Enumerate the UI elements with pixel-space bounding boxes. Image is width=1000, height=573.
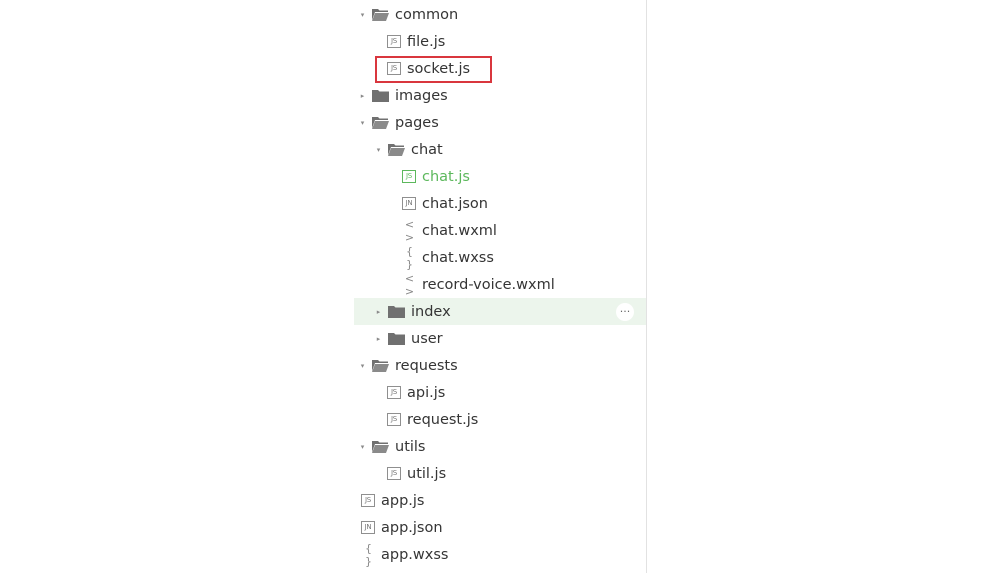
folder-open-icon: [372, 440, 389, 453]
tree-file-item[interactable]: { } chat.wxss: [354, 244, 646, 271]
style-file-icon: { }: [365, 541, 373, 568]
tree-folder-requests[interactable]: ▾ requests: [354, 352, 646, 379]
chevron-down-icon[interactable]: ▾: [358, 118, 367, 127]
json-file-icon: JN: [402, 197, 416, 210]
tree-item-label: images: [395, 87, 448, 104]
tree-folder-index[interactable]: ▸ index ···: [354, 298, 646, 325]
tree-file-item[interactable]: JN chat.json: [354, 190, 646, 217]
chevron-down-icon[interactable]: ▾: [358, 442, 367, 451]
tree-item-label: app.json: [381, 519, 443, 536]
highlight-box: [375, 56, 492, 83]
tree-file-item[interactable]: JS util.js: [354, 460, 646, 487]
tree-file-item[interactable]: { } app.wxss: [354, 541, 646, 568]
chevron-right-icon[interactable]: ▸: [358, 91, 367, 100]
js-file-icon: JS: [387, 467, 401, 480]
folder-icon: [388, 305, 405, 318]
tree-item-label: chat.json: [422, 195, 488, 212]
tree-item-label: chat: [411, 141, 443, 158]
tree-item-label: request.js: [407, 411, 479, 428]
js-file-icon: JS: [387, 386, 401, 399]
style-file-icon: { }: [406, 244, 414, 271]
js-file-icon: JS: [402, 170, 416, 183]
folder-open-icon: [372, 8, 389, 21]
tree-folder-user[interactable]: ▸ user: [354, 325, 646, 352]
chevron-down-icon[interactable]: ▾: [374, 145, 383, 154]
tree-folder-chat[interactable]: ▾ chat: [354, 136, 646, 163]
tree-item-label: api.js: [407, 384, 446, 401]
tree-file-item[interactable]: JS app.js: [354, 487, 646, 514]
tree-file-item[interactable]: JN app.json: [354, 514, 646, 541]
code-file-icon: < >: [404, 217, 416, 244]
code-file-icon: < >: [404, 271, 416, 298]
tree-item-label: user: [411, 330, 443, 347]
tree-item-label: file.js: [407, 33, 446, 50]
tree-folder-common[interactable]: ▾ common: [354, 1, 646, 28]
folder-icon: [372, 89, 389, 102]
js-file-icon: JS: [387, 35, 401, 48]
tree-item-label: app.js: [381, 492, 425, 509]
js-file-icon: JS: [387, 413, 401, 426]
js-file-icon: JS: [361, 494, 375, 507]
chevron-right-icon[interactable]: ▸: [374, 334, 383, 343]
file-explorer-panel: ▾ common JS file.js JS socket.js ▸ images ▾ pages…: [354, 0, 646, 573]
more-options-icon[interactable]: ···: [616, 302, 634, 321]
tree-folder-utils[interactable]: ▾ utils: [354, 433, 646, 460]
folder-open-icon: [372, 359, 389, 372]
tree-item-label: chat.wxml: [422, 222, 497, 239]
tree-item-label: requests: [395, 357, 458, 374]
tree-item-label: chat.js: [422, 168, 470, 185]
tree-file-item[interactable]: JS request.js: [354, 406, 646, 433]
tree-item-label: index: [411, 303, 451, 320]
tree-item-label: pages: [395, 114, 439, 131]
tree-file-item[interactable]: < > chat.wxml: [354, 217, 646, 244]
tree-item-label: common: [395, 6, 459, 23]
tree-folder-images[interactable]: ▸ images: [354, 82, 646, 109]
chevron-right-icon[interactable]: ▸: [374, 307, 383, 316]
tree-folder-pages[interactable]: ▾ pages: [354, 109, 646, 136]
json-file-icon: JN: [361, 521, 375, 534]
tree-item-label: record-voice.wxml: [422, 276, 555, 293]
folder-open-icon: [388, 143, 405, 156]
tree-item-label: util.js: [407, 465, 447, 482]
chevron-down-icon[interactable]: ▾: [358, 10, 367, 19]
panel-divider[interactable]: [646, 0, 647, 573]
tree-file-item[interactable]: JS api.js: [354, 379, 646, 406]
tree-item-label: chat.wxss: [422, 249, 494, 266]
tree-item-label: app.wxss: [381, 546, 449, 563]
chevron-down-icon[interactable]: ▾: [358, 361, 367, 370]
tree-file-item[interactable]: JS chat.js: [354, 163, 646, 190]
folder-open-icon: [372, 116, 389, 129]
tree-file-item[interactable]: < > record-voice.wxml: [354, 271, 646, 298]
tree-file-item[interactable]: JS file.js: [354, 28, 646, 55]
tree-item-label: utils: [395, 438, 426, 455]
folder-icon: [388, 332, 405, 345]
